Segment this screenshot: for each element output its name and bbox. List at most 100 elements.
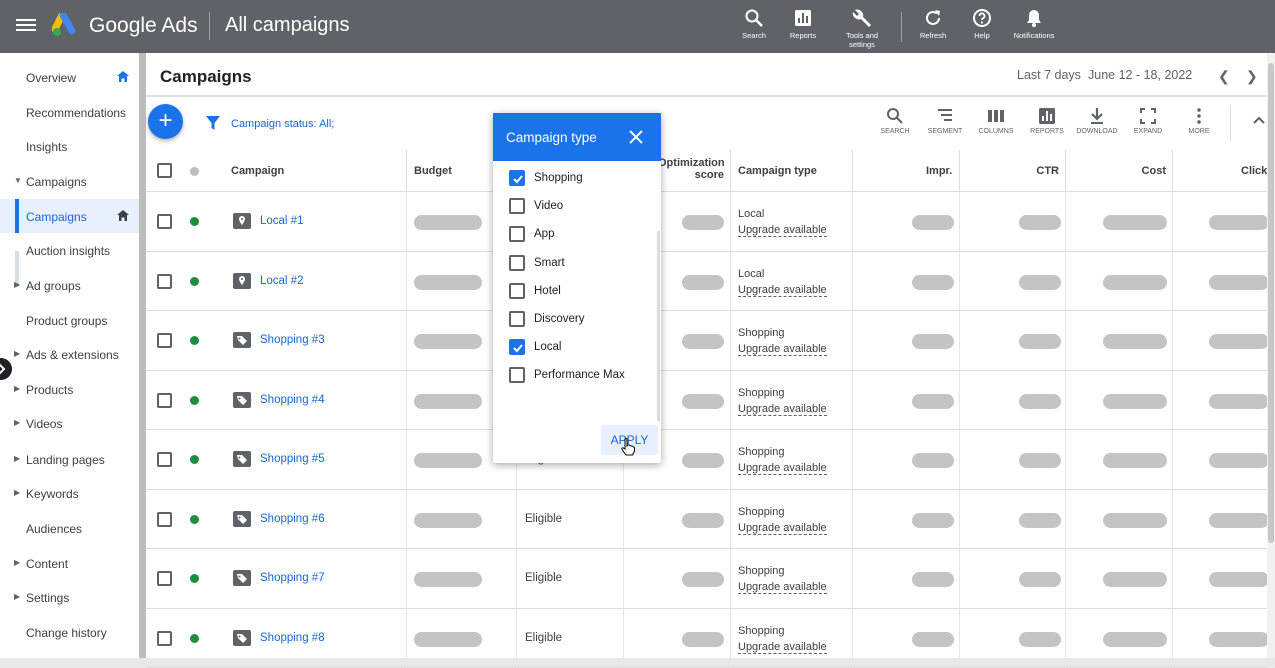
- option-checkbox[interactable]: [509, 311, 525, 327]
- table-row[interactable]: Shopping #3ShoppingUpgrade available: [146, 311, 1267, 371]
- add-campaign-button[interactable]: +: [148, 104, 183, 139]
- option-checkbox[interactable]: [509, 255, 525, 271]
- tag-icon: [233, 332, 251, 348]
- campaign-name-link[interactable]: Shopping #3: [260, 334, 325, 346]
- campaign-status-filter[interactable]: Campaign status: All;: [231, 118, 334, 130]
- column-header-optimization-score[interactable]: Optimizationscore: [658, 157, 724, 181]
- column-header-campaign[interactable]: Campaign: [231, 165, 284, 177]
- sidebar-item-change-history[interactable]: Change history: [0, 615, 140, 649]
- sidebar-item-videos[interactable]: ▶ Videos: [0, 406, 140, 440]
- row-checkbox[interactable]: [157, 512, 172, 527]
- table-row[interactable]: Local #1LocalUpgrade available: [146, 192, 1267, 252]
- row-checkbox[interactable]: [157, 274, 172, 289]
- upgrade-available-link[interactable]: Upgrade available: [738, 462, 827, 475]
- campaign-name-link[interactable]: Local #1: [260, 215, 303, 227]
- expand-button[interactable]: EXPAND: [1123, 107, 1173, 135]
- row-checkbox[interactable]: [157, 333, 172, 348]
- sidebar-item-campaigns[interactable]: Campaigns: [0, 199, 140, 233]
- upgrade-available-link[interactable]: Upgrade available: [738, 641, 827, 654]
- select-all-checkbox[interactable]: [157, 163, 172, 178]
- campaign-name-link[interactable]: Shopping #4: [260, 394, 325, 406]
- row-checkbox[interactable]: [157, 452, 172, 467]
- upgrade-available-link[interactable]: Upgrade available: [738, 284, 827, 297]
- option-checkbox[interactable]: [509, 283, 525, 299]
- google-ads-logo: [52, 13, 80, 37]
- sidebar-item-product-groups[interactable]: Product groups: [0, 303, 140, 337]
- row-checkbox[interactable]: [157, 393, 172, 408]
- upgrade-available-link[interactable]: Upgrade available: [738, 343, 827, 356]
- upgrade-available-link[interactable]: Upgrade available: [738, 224, 827, 237]
- row-checkbox[interactable]: [157, 571, 172, 586]
- upgrade-available-link[interactable]: Upgrade available: [738, 581, 827, 594]
- chevron-left-icon[interactable]: ❮: [1218, 68, 1230, 85]
- campaign-name-link[interactable]: Local #2: [260, 275, 303, 287]
- sidebar-item-content[interactable]: ▶ Content: [0, 546, 140, 580]
- sidebar-item-landing-pages[interactable]: ▶ Landing pages: [0, 442, 140, 476]
- table-row[interactable]: Shopping #8EligibleShoppingUpgrade avail…: [146, 609, 1267, 668]
- divider: [959, 430, 960, 490]
- sidebar-scrollbar[interactable]: [139, 53, 146, 658]
- download-button[interactable]: DOWNLOAD: [1072, 107, 1122, 135]
- search-button[interactable]: SEARCH: [870, 107, 920, 135]
- loading-placeholder: [682, 215, 724, 230]
- option-checkbox[interactable]: [509, 198, 525, 214]
- sidebar-item-campaigns-group[interactable]: ▼ Campaigns: [0, 164, 140, 198]
- help-tool-button[interactable]: Help: [952, 8, 1012, 40]
- sidebar-item-auction-insights[interactable]: Auction insights: [0, 233, 140, 267]
- reports-tool-button[interactable]: Reports: [773, 8, 833, 40]
- dialog-scrollbar[interactable]: [657, 231, 660, 421]
- row-checkbox[interactable]: [157, 631, 172, 646]
- row-checkbox[interactable]: [157, 214, 172, 229]
- more-button[interactable]: MORE: [1174, 107, 1224, 135]
- sidebar-item-overview[interactable]: Overview: [0, 60, 140, 94]
- sidebar-item-ad-groups[interactable]: ▶ Ad groups: [0, 268, 140, 302]
- option-checkbox[interactable]: [509, 226, 525, 242]
- sidebar-item-ads-extensions[interactable]: ▶ Ads & extensions: [0, 337, 140, 371]
- table-row[interactable]: Shopping #6EligibleShoppingUpgrade avail…: [146, 490, 1267, 550]
- table-row[interactable]: Shopping #4ShoppingUpgrade available: [146, 371, 1267, 431]
- date-range-picker[interactable]: June 12 - 18, 2022: [1088, 68, 1192, 82]
- column-header-cost[interactable]: Cost: [1136, 165, 1166, 177]
- campaign-name-link[interactable]: Shopping #8: [260, 632, 325, 644]
- divider: [852, 150, 853, 192]
- filter-icon[interactable]: [205, 115, 221, 131]
- loading-placeholder: [1103, 453, 1167, 468]
- sidebar-item-products[interactable]: ▶ Products: [0, 372, 140, 406]
- campaign-name-link[interactable]: Shopping #6: [260, 513, 325, 525]
- column-header-ctr[interactable]: CTR: [1036, 165, 1059, 177]
- date-range-label[interactable]: Last 7 days: [1017, 68, 1081, 82]
- main-scrollbar[interactable]: [1267, 53, 1275, 658]
- sidebar-item-settings[interactable]: ▶ Settings: [0, 580, 140, 614]
- sidebar-item-insights[interactable]: Insights: [0, 129, 140, 163]
- upgrade-available-link[interactable]: Upgrade available: [738, 522, 827, 535]
- reports-button[interactable]: REPORTS: [1022, 107, 1072, 135]
- chevron-right-icon: [0, 363, 6, 375]
- upgrade-available-link[interactable]: Upgrade available: [738, 403, 827, 416]
- chevron-right-icon[interactable]: ❯: [1246, 68, 1258, 85]
- column-header-impr[interactable]: Impr.: [926, 165, 952, 177]
- table-row[interactable]: Shopping #7EligibleShoppingUpgrade avail…: [146, 549, 1267, 609]
- option-checkbox[interactable]: [509, 339, 525, 355]
- table-row[interactable]: Local #2LocalUpgrade available: [146, 252, 1267, 312]
- option-checkbox[interactable]: [509, 367, 525, 383]
- hamburger-menu-icon[interactable]: [16, 16, 36, 36]
- filter-value: All;: [319, 118, 334, 130]
- sidebar-item-keywords[interactable]: ▶ Keywords: [0, 476, 140, 510]
- table-row[interactable]: Shopping #5EligibleShoppingUpgrade avail…: [146, 430, 1267, 490]
- close-icon[interactable]: [629, 130, 643, 144]
- sidebar-item-recommendations[interactable]: Recommendations: [0, 95, 140, 129]
- chevron-up-icon[interactable]: [1252, 115, 1266, 125]
- sidebar-item-audiences[interactable]: Audiences: [0, 511, 140, 545]
- sidebar-item-label: Audiences: [26, 522, 82, 536]
- notifications-tool-button[interactable]: Notifications: [1004, 8, 1064, 40]
- tools-and-settings-button[interactable]: Tools and settings: [832, 8, 892, 49]
- option-checkbox[interactable]: [509, 170, 525, 186]
- column-header-campaign-type[interactable]: Campaign type: [738, 165, 817, 177]
- loading-placeholder: [1209, 394, 1269, 409]
- segment-button[interactable]: SEGMENT: [920, 107, 970, 135]
- campaign-name-link[interactable]: Shopping #5: [260, 453, 325, 465]
- column-header-budget[interactable]: Budget: [414, 165, 452, 177]
- columns-button[interactable]: COLUMNS: [971, 107, 1021, 135]
- campaign-name-link[interactable]: Shopping #7: [260, 572, 325, 584]
- divider: [1172, 609, 1173, 668]
